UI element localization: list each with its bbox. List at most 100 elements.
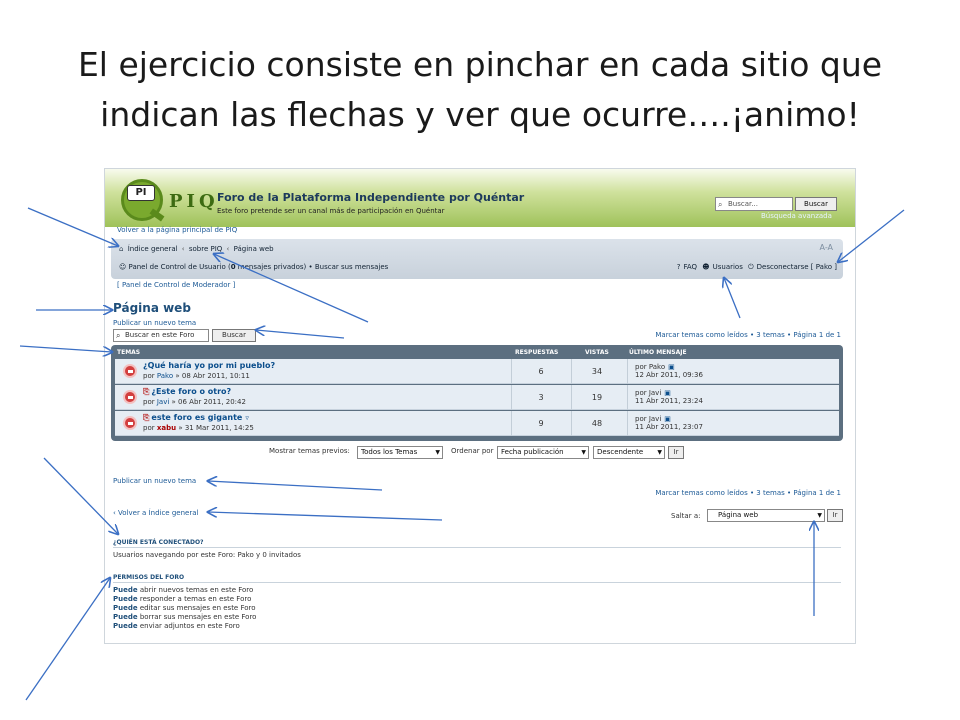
- jump-to-label: Saltar a:: [671, 512, 701, 520]
- order-by-label: Ordenar por: [451, 447, 494, 455]
- nav-right-links: ? FAQ ☻ Usuarios ⏻ Desconectarse [ Pako ]: [674, 263, 837, 272]
- pagination-bottom[interactable]: Marcar temas como leídos • 3 temas • Pág…: [655, 489, 841, 497]
- slide-title: El ejercicio consiste en pinchar en cada…: [20, 40, 940, 140]
- back-to-site-link[interactable]: Volver a la página principal de PIQ: [117, 226, 237, 234]
- last-post-author[interactable]: por Javi ▣: [635, 415, 671, 423]
- view-latest-icon: ▣: [664, 389, 671, 397]
- permissions-title: PERMISOS DEL FORO: [113, 574, 185, 581]
- table-row: ⎘ ¿Este foro o otro? por Javi » 06 Abr 20…: [115, 385, 839, 410]
- table-row: ⎘ este foro es gigante ▿ por xabu » 31 Mar…: [115, 411, 839, 436]
- topic-icon: [123, 390, 137, 404]
- logo-text: PIQ: [169, 191, 219, 212]
- reply-count: 9: [538, 419, 544, 428]
- reply-count: 6: [538, 367, 544, 376]
- breadcrumb-separator: ‹: [226, 245, 230, 253]
- view-latest-icon: ▣: [668, 363, 675, 371]
- topic-author[interactable]: xabu: [157, 424, 176, 432]
- sort-go-button[interactable]: Ir: [668, 446, 684, 459]
- user-icon: ☺: [119, 263, 127, 271]
- last-post-date: 12 Abr 2011, 09:36: [635, 371, 703, 379]
- permission-item: Puede enviar adjuntos en este Foro: [113, 622, 240, 630]
- advanced-search-link[interactable]: Búsqueda avanzada: [761, 212, 832, 220]
- breadcrumb-index[interactable]: Índice general: [128, 245, 178, 253]
- chevron-down-icon: ▼: [817, 512, 822, 519]
- forum-header: PI PIQ Foro de la Plataforma Independien…: [105, 169, 855, 227]
- site-description: Este foro pretende ser un canal más de p…: [217, 207, 445, 215]
- page-title[interactable]: Página web: [113, 301, 191, 315]
- who-is-online-title: ¿QUIÉN ESTÁ CONECTADO?: [113, 539, 204, 546]
- new-topic-link-bottom[interactable]: Publicar un nuevo tema: [113, 477, 196, 485]
- nav-separator: •: [308, 263, 313, 271]
- arrow-to-permissions: [25, 578, 110, 701]
- divider: [113, 582, 841, 583]
- site-title: Foro de la Plataforma Independiente por …: [217, 191, 525, 204]
- user-nav: ☺ Panel de Control de Usuario (0 mensaje…: [119, 263, 388, 271]
- search-icon: ⌕: [718, 200, 723, 209]
- slide-title-line-2: indican las flechas y ver que ocurre….¡a…: [100, 95, 860, 134]
- topic-icon: [123, 364, 137, 378]
- forum-screenshot: PI PIQ Foro de la Plataforma Independien…: [104, 168, 856, 644]
- jump-go-button[interactable]: Ir: [827, 509, 843, 522]
- permission-item: Puede editar sus mensajes en este Foro: [113, 604, 256, 612]
- last-post-date: 11 Abr 2011, 23:24: [635, 397, 703, 405]
- header-search-placeholder: Buscar...: [728, 200, 758, 208]
- search-icon: ⌕: [116, 331, 121, 340]
- view-latest-icon: ▣: [664, 415, 671, 423]
- show-topics-label: Mostrar temas previos:: [269, 447, 350, 455]
- header-search-input[interactable]: ⌕ Buscar...: [715, 197, 793, 211]
- header-replies: RESPUESTAS: [515, 349, 559, 356]
- arrow-to-topics-header: [19, 345, 112, 352]
- topic-author[interactable]: Javi: [157, 398, 169, 406]
- show-topics-select[interactable]: Todos los Temas ▼: [357, 446, 443, 459]
- new-topic-link-top[interactable]: Publicar un nuevo tema: [113, 319, 196, 327]
- attachment-icon: ⎘: [143, 413, 150, 422]
- home-icon: ⌂: [119, 245, 124, 253]
- poll-icon: ▿: [245, 414, 249, 422]
- ucp-link[interactable]: Panel de Control de Usuario (0 mensajes …: [129, 263, 307, 271]
- reply-count: 3: [538, 393, 544, 402]
- members-link[interactable]: Usuarios: [713, 263, 743, 271]
- breadcrumb-separator: ‹: [181, 245, 185, 253]
- members-icon: ☻: [702, 263, 710, 271]
- slide-title-line-1: El ejercicio consiste en pinchar en cada…: [77, 45, 883, 84]
- font-size-icon[interactable]: A-A: [820, 243, 833, 252]
- chevron-down-icon: ▼: [435, 449, 440, 456]
- permission-item: Puede abrir nuevos temas en este Foro: [113, 586, 254, 594]
- who-is-online-text: Usuarios navegando por este Foro: Pako y…: [113, 551, 301, 559]
- attachment-icon: ⎘: [143, 387, 150, 396]
- topic-title-link[interactable]: ¿Qué haría yo por mi pueblo?: [143, 361, 275, 370]
- logo-pi-badge: PI: [127, 185, 155, 201]
- view-count: 34: [591, 367, 603, 376]
- divider: [113, 547, 841, 548]
- topic-title-link[interactable]: ⎘ este foro es gigante ▿: [143, 413, 249, 423]
- last-post-author[interactable]: por Javi ▣: [635, 389, 671, 397]
- search-own-posts-link[interactable]: Buscar sus mensajes: [315, 263, 388, 271]
- return-to-index-link[interactable]: ‹ Volver a Índice general: [113, 509, 198, 517]
- header-views: VISTAS: [585, 349, 609, 356]
- header-search-button[interactable]: Buscar: [795, 197, 837, 211]
- permission-item: Puede responder a temas en este Foro: [113, 595, 252, 603]
- breadcrumb: ⌂ Índice general ‹ sobre PIQ ‹ Página we…: [119, 245, 274, 253]
- permission-item: Puede borrar sus mensajes en este Foro: [113, 613, 257, 621]
- topic-icon: [123, 416, 137, 430]
- last-post-author[interactable]: por Pako ▣: [635, 363, 675, 371]
- power-icon: ⏻: [748, 263, 754, 271]
- faq-icon: ?: [676, 263, 681, 271]
- order-by-select[interactable]: Fecha publicación ▼: [497, 446, 589, 459]
- breadcrumb-about[interactable]: sobre PIQ: [189, 245, 222, 253]
- forum-search-button[interactable]: Buscar: [212, 329, 256, 342]
- direction-select[interactable]: Descendente ▼: [593, 446, 665, 459]
- topic-title-link[interactable]: ⎘ ¿Este foro o otro?: [143, 387, 231, 397]
- logout-link[interactable]: Desconectarse [ Pako ]: [757, 263, 837, 271]
- topic-meta: por xabu » 31 Mar 2011, 14:25: [143, 424, 254, 432]
- topics-table: TEMAS RESPUESTAS VISTAS ÚLTIMO MENSAJE ¿…: [111, 345, 843, 441]
- breadcrumb-current[interactable]: Página web: [234, 245, 274, 253]
- faq-link[interactable]: FAQ: [684, 263, 698, 271]
- header-topics: TEMAS: [117, 349, 141, 356]
- jump-to-select[interactable]: Página web ▼: [707, 509, 825, 522]
- view-count: 19: [591, 393, 603, 402]
- forum-search-input[interactable]: ⌕ Buscar en este Foro: [113, 329, 209, 342]
- moderator-panel-link[interactable]: [ Panel de Control de Moderador ]: [117, 281, 235, 289]
- pagination-top[interactable]: Marcar temas como leídos • 3 temas • Pág…: [655, 331, 841, 339]
- topic-author[interactable]: Pako: [157, 372, 173, 380]
